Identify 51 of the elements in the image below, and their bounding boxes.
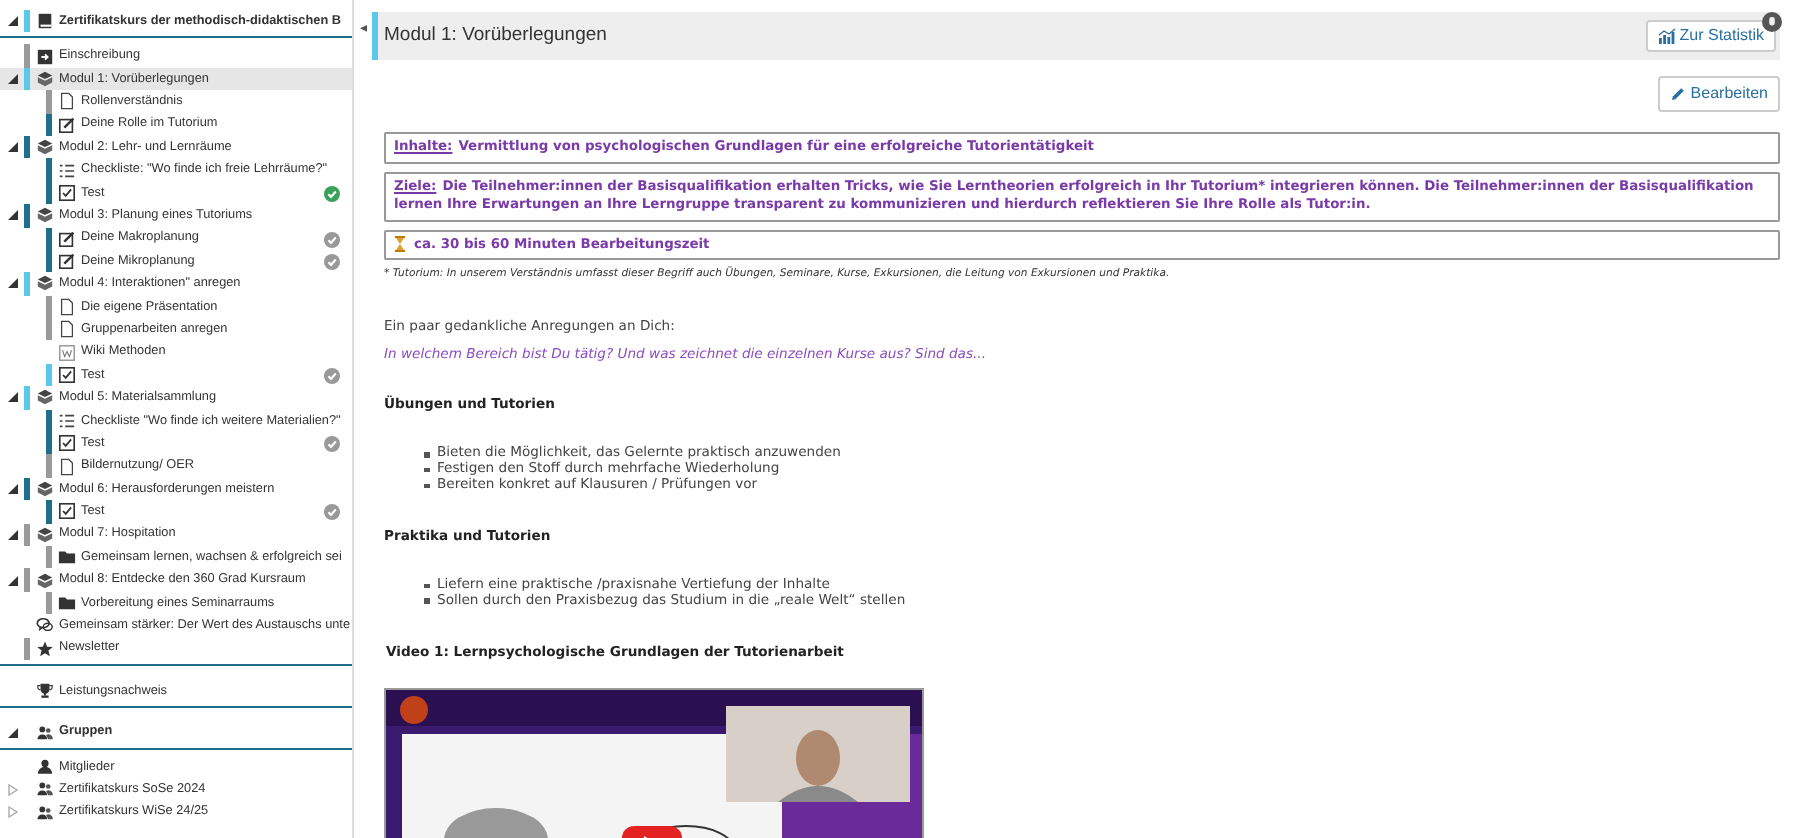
star-icon (35, 639, 53, 658)
users-icon (35, 803, 53, 822)
bullet-icon (424, 483, 429, 489)
collapse-arrow-icon[interactable] (7, 392, 17, 403)
checklist-icon (57, 161, 75, 180)
collapse-arrow-icon[interactable] (7, 727, 17, 738)
collapse-arrow-icon[interactable] (7, 210, 17, 221)
edit-box-icon (57, 252, 75, 271)
chart-icon (1657, 27, 1676, 44)
users-icon (35, 723, 53, 742)
collapse-arrow-icon[interactable] (7, 16, 17, 27)
book-icon (35, 12, 53, 31)
folder-icon (57, 548, 75, 567)
checkbox-icon (57, 366, 75, 385)
cubes-icon (35, 69, 53, 88)
pencil-icon (1670, 86, 1687, 103)
document-icon (57, 457, 75, 476)
checklist-icon (57, 411, 75, 430)
edit-box-icon (57, 115, 75, 134)
collapse-arrow-icon[interactable] (7, 278, 17, 289)
hourglass-icon (394, 236, 406, 253)
checkbox-icon (57, 502, 75, 521)
cubes-icon (35, 525, 53, 544)
users-icon (35, 780, 53, 799)
page-title: Modul 1: Vorüberlegungen (382, 21, 609, 50)
bullet-icon (424, 452, 429, 458)
edit-box-icon (57, 229, 75, 248)
bullet-icon (424, 598, 429, 604)
collapse-arrow-icon[interactable] (7, 73, 17, 84)
checkbox-icon (57, 183, 75, 202)
cubes-icon (35, 138, 53, 157)
folder-icon (57, 593, 75, 612)
cubes-icon (35, 206, 53, 225)
cubes-icon (35, 388, 53, 407)
collapse-arrow-icon[interactable] (7, 575, 17, 586)
wiki-icon (57, 343, 75, 362)
document-icon (57, 92, 75, 111)
cubes-icon (35, 571, 53, 590)
collapse-arrow-icon[interactable] (7, 529, 17, 540)
bullet-icon (424, 467, 429, 473)
enrollment-icon (35, 47, 53, 66)
trophy-icon (35, 682, 53, 701)
checkbox-icon (57, 434, 75, 453)
bullet-icon (424, 583, 429, 589)
cubes-icon (35, 274, 53, 293)
collapse-arrow-icon[interactable] (7, 484, 17, 494)
cubes-icon (35, 480, 53, 498)
chat-bubbles-icon (35, 616, 53, 635)
collapse-arrow-icon[interactable] (7, 142, 17, 153)
user-icon (35, 757, 53, 776)
edit-button[interactable]: Bearbeiten (1658, 76, 1780, 113)
